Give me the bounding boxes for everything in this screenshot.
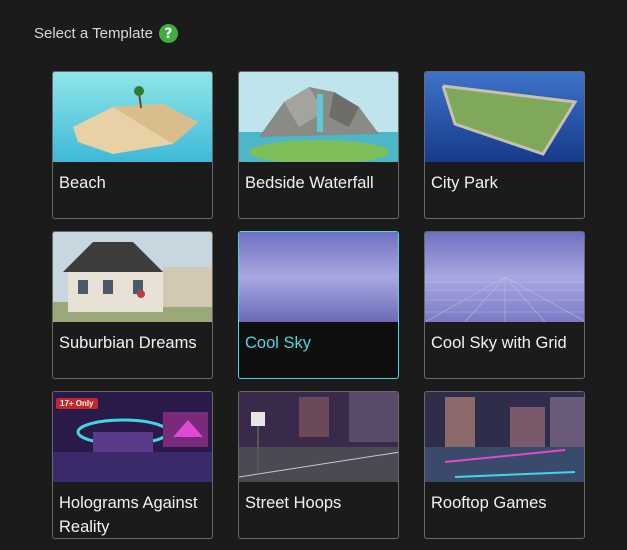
template-label: Holograms Against Reality	[59, 494, 198, 536]
template-label: Street Hoops	[245, 494, 342, 512]
rooftop-games-thumbnail	[425, 392, 584, 482]
template-label: Beach	[59, 174, 106, 192]
template-card-street-hoops[interactable]: Street Hoops	[238, 391, 399, 539]
cool-sky-grid-thumbnail	[425, 232, 584, 322]
template-label: Rooftop Games	[431, 494, 547, 512]
template-card-rooftop-games[interactable]: Rooftop Games	[424, 391, 585, 539]
suburbian-thumbnail	[53, 232, 212, 322]
beach-thumbnail	[53, 72, 212, 162]
city-park-thumbnail	[425, 72, 584, 162]
template-card-city-park[interactable]: City Park	[424, 71, 585, 219]
template-card-suburbian-dreams[interactable]: Suburbian Dreams	[52, 231, 213, 379]
template-card-cool-sky[interactable]: Cool Sky	[238, 231, 399, 379]
cool-sky-thumbnail	[239, 232, 398, 322]
help-icon[interactable]: ?	[158, 24, 178, 43]
holograms-thumbnail: 17+ Only	[53, 392, 212, 482]
waterfall-thumbnail	[239, 72, 398, 162]
page-title: Select a Template	[34, 25, 153, 42]
template-label: Suburbian Dreams	[59, 334, 197, 352]
template-card-bedside-waterfall[interactable]: Bedside Waterfall	[238, 71, 399, 219]
age-rating-badge: 17+ Only	[56, 398, 98, 409]
template-card-cool-sky-with-grid[interactable]: Cool Sky with Grid	[424, 231, 585, 379]
template-label: City Park	[431, 174, 498, 192]
template-card-beach[interactable]: Beach	[52, 71, 213, 219]
template-label: Cool Sky	[245, 334, 312, 352]
template-card-holograms-against-reality[interactable]: 17+ Only Holograms Against Reality	[52, 391, 213, 539]
template-label: Cool Sky with Grid	[431, 334, 567, 352]
street-hoops-thumbnail	[239, 392, 398, 482]
template-header: Select a Template ?	[34, 24, 178, 43]
template-label: Bedside Waterfall	[245, 174, 374, 192]
